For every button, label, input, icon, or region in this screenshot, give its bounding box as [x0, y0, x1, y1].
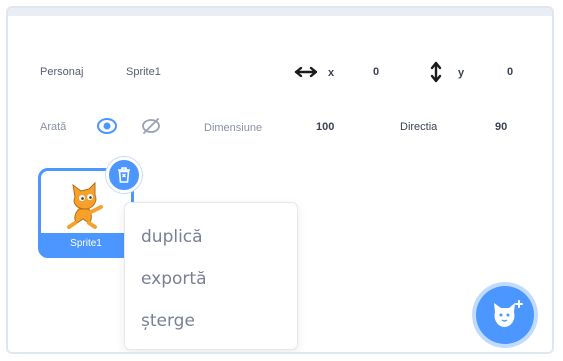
sprite-pane: Personaj Sprite1 x 0 y 0 Arată Dimensiun…	[6, 6, 554, 354]
sprite-name-field[interactable]: Sprite1	[126, 66, 161, 78]
size-field[interactable]: 100	[316, 121, 334, 133]
direction-field[interactable]: 90	[495, 121, 507, 133]
choose-sprite-button[interactable]	[476, 286, 534, 344]
menu-item-delete[interactable]: șterge	[141, 311, 195, 331]
horizontal-arrows-icon	[294, 66, 318, 78]
eye-slash-icon[interactable]	[140, 116, 162, 136]
sprite-info: Personaj Sprite1 x 0 y 0 Arată Dimensiun…	[8, 16, 552, 148]
direction-label: Directia	[400, 121, 438, 133]
trash-icon	[118, 167, 130, 183]
eye-icon[interactable]	[96, 117, 118, 135]
menu-item-export[interactable]: exportă	[141, 269, 207, 289]
sprite-tile-label: Sprite1	[41, 233, 131, 255]
cat-add-icon	[494, 300, 523, 327]
sprite-list: Sprite1 duplică exportă șterge	[8, 148, 552, 352]
cat-sprite-thumbnail	[67, 181, 103, 229]
y-label: y	[458, 67, 465, 79]
show-label: Arată	[40, 121, 67, 133]
y-field[interactable]: 0	[507, 66, 513, 78]
context-menu: duplică exportă șterge	[124, 202, 298, 350]
menu-item-duplicate[interactable]: duplică	[141, 227, 203, 247]
vertical-arrows-icon	[430, 61, 442, 83]
delete-sprite-button[interactable]	[106, 157, 142, 193]
pane-header-strip	[8, 8, 552, 16]
x-field[interactable]: 0	[373, 66, 379, 78]
x-label: x	[328, 67, 335, 79]
size-label: Dimensiune	[204, 122, 263, 134]
sprite-label: Personaj	[40, 66, 84, 78]
